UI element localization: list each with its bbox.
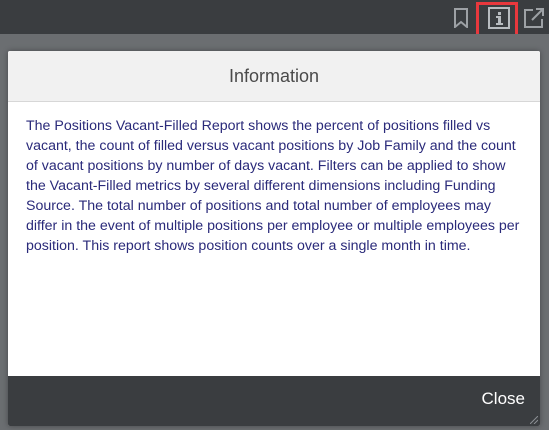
- dialog-body: The Positions Vacant-Filled Report shows…: [26, 118, 520, 254]
- resize-grip-icon[interactable]: [530, 416, 538, 424]
- dialog-footer: Close: [8, 376, 540, 426]
- top-toolbar: [0, 0, 549, 39]
- dialog-header: Information: [8, 51, 540, 102]
- close-button[interactable]: Close: [482, 389, 525, 409]
- dialog-title: Information: [228, 65, 320, 86]
- share-icon[interactable]: [522, 6, 546, 30]
- bookmark-icon[interactable]: [449, 6, 473, 30]
- information-dialog: Information The Positions Vacant-Filled …: [8, 51, 540, 426]
